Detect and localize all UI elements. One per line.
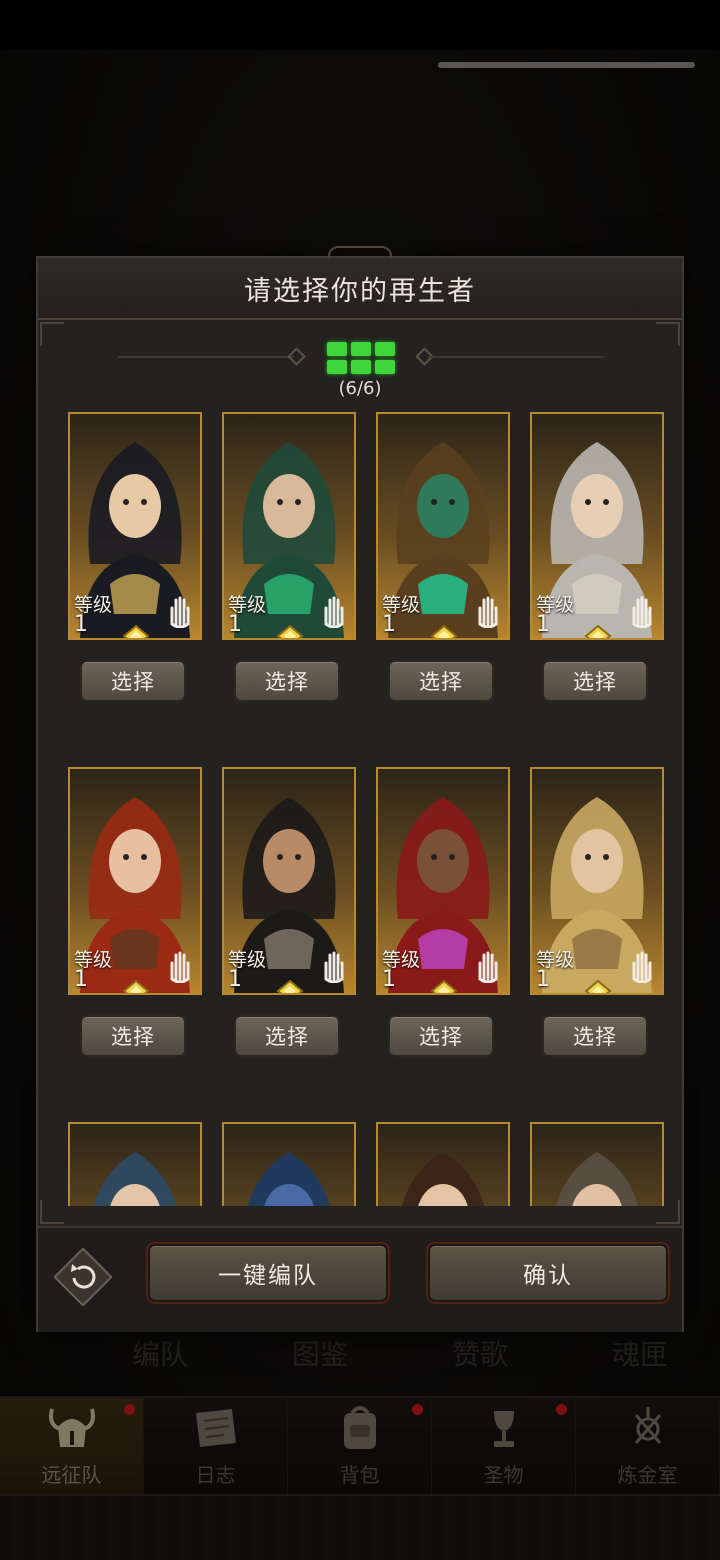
rank-gem-icon xyxy=(276,979,304,993)
slot-filled xyxy=(351,342,371,356)
level-value: 1 xyxy=(228,612,242,637)
hero-entry: 等级 1 选择 xyxy=(222,412,356,702)
hero-entry: 等级 1 选择 xyxy=(222,767,356,1057)
slot-filled xyxy=(351,360,371,374)
hero-card[interactable]: 等级 1 xyxy=(222,767,356,995)
select-button[interactable]: 选择 xyxy=(234,1015,340,1057)
hero-portrait xyxy=(555,1152,639,1206)
select-button[interactable]: 选择 xyxy=(80,660,186,702)
reset-button[interactable] xyxy=(54,1248,112,1306)
hand-sigil-icon xyxy=(632,951,652,983)
hero-card[interactable]: 等级 1 xyxy=(222,412,356,640)
select-button[interactable]: 选择 xyxy=(542,660,648,702)
hero-entry xyxy=(376,1122,510,1206)
hero-select-dialog: 请选择你的再生者 (6/6) 等级 1 选择 等级 1 选择 等级 1 选择 等级 1 选择 等级 1 选择… xyxy=(36,246,684,1332)
select-button[interactable]: 选择 xyxy=(234,660,340,702)
hero-entry: 等级 1 选择 xyxy=(68,412,202,702)
diamond-ornament-icon xyxy=(287,347,306,366)
hero-card[interactable] xyxy=(68,1122,202,1206)
rank-gem-icon xyxy=(430,624,458,638)
divider xyxy=(428,356,604,358)
hero-card[interactable] xyxy=(376,1122,510,1206)
hero-card[interactable] xyxy=(222,1122,356,1206)
level-value: 1 xyxy=(228,967,242,992)
status-bar xyxy=(0,0,720,50)
rank-gem-icon xyxy=(276,624,304,638)
auto-team-button[interactable]: 一键编队 xyxy=(148,1244,388,1302)
slot-filled xyxy=(375,360,395,374)
select-button[interactable]: 选择 xyxy=(388,660,494,702)
hero-card[interactable]: 等级 1 xyxy=(530,767,664,995)
level-value: 1 xyxy=(74,967,88,992)
select-button[interactable]: 选择 xyxy=(80,1015,186,1057)
hero-card[interactable] xyxy=(530,1122,664,1206)
confirm-button[interactable]: 确认 xyxy=(428,1244,668,1302)
level-value: 1 xyxy=(382,967,396,992)
hero-card[interactable]: 等级 1 xyxy=(68,412,202,640)
slot-indicator xyxy=(327,342,395,376)
hand-sigil-icon xyxy=(478,951,498,983)
hand-sigil-icon xyxy=(478,596,498,628)
hero-entry: 等级 1 选择 xyxy=(68,767,202,1057)
hero-entry xyxy=(68,1122,202,1206)
hero-entry: 等级 1 选择 xyxy=(376,412,510,702)
hero-entry xyxy=(222,1122,356,1206)
slot-filled xyxy=(327,342,347,356)
level-value: 1 xyxy=(74,612,88,637)
hero-grid[interactable]: 等级 1 选择 等级 1 选择 等级 1 选择 等级 1 选择 等级 1 选择 等级 1 选择 等级 1 选择 等级 1 选择 xyxy=(38,410,682,1206)
hand-sigil-icon xyxy=(324,596,344,628)
rank-gem-icon xyxy=(430,979,458,993)
hero-entry: 等级 1 选择 xyxy=(530,767,664,1057)
hero-entry xyxy=(530,1122,664,1206)
rank-gem-icon xyxy=(122,979,150,993)
level-value: 1 xyxy=(536,612,550,637)
hero-portrait xyxy=(247,1152,331,1206)
hand-sigil-icon xyxy=(324,951,344,983)
slot-count: (6/6) xyxy=(338,378,382,399)
slot-filled xyxy=(375,342,395,356)
level-value: 1 xyxy=(382,612,396,637)
select-button[interactable]: 选择 xyxy=(388,1015,494,1057)
hand-sigil-icon xyxy=(170,596,190,628)
divider xyxy=(118,356,294,358)
dialog-title: 请选择你的再生者 xyxy=(244,275,476,307)
hero-portrait xyxy=(93,1152,177,1206)
rank-gem-icon xyxy=(584,624,612,638)
slot-filled xyxy=(327,360,347,374)
hand-sigil-icon xyxy=(632,596,652,628)
rank-gem-icon xyxy=(122,624,150,638)
header-ornament xyxy=(328,246,392,258)
team-slots: (6/6) xyxy=(38,340,682,400)
hero-entry: 等级 1 选择 xyxy=(530,412,664,702)
hero-card[interactable]: 等级 1 xyxy=(68,767,202,995)
hero-entry: 等级 1 选择 xyxy=(376,767,510,1057)
level-value: 1 xyxy=(536,967,550,992)
hero-card[interactable]: 等级 1 xyxy=(376,412,510,640)
hero-portrait xyxy=(401,1152,485,1206)
hand-sigil-icon xyxy=(170,951,190,983)
dialog-footer: 一键编队 确认 xyxy=(38,1226,682,1332)
rank-gem-icon xyxy=(584,979,612,993)
select-button[interactable]: 选择 xyxy=(542,1015,648,1057)
hero-card[interactable]: 等级 1 xyxy=(376,767,510,995)
dialog-header: 请选择你的再生者 xyxy=(38,258,682,320)
hero-card[interactable]: 等级 1 xyxy=(530,412,664,640)
